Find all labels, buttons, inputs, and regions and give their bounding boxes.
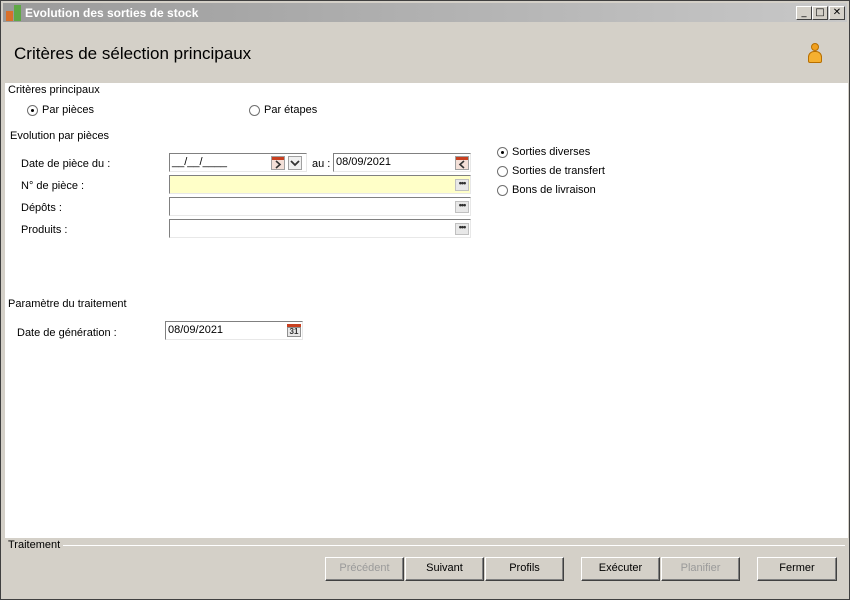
radio-circle [497,165,508,177]
date-from-field[interactable]: __/__/____ [169,153,307,172]
page-title: Critères de sélection principaux [14,44,252,63]
page-header: Critères de sélection principaux [3,23,847,83]
content-panel: Critères principaux Par pièces Par étape… [5,83,848,538]
radio-circle [249,104,260,116]
radio-label: Par étapes [264,104,318,116]
precedent-button[interactable]: Précédent [325,557,404,581]
window-title: Evolution des sorties de stock [25,6,199,20]
date-generation-value: 08/09/2021 [168,324,224,336]
maximize-button[interactable]: □ [812,6,828,20]
chevron-down-icon[interactable] [288,156,302,170]
section-evolution: Evolution par pièces [10,130,110,142]
fermer-button[interactable]: Fermer [757,557,837,581]
radio-par-etapes[interactable]: Par étapes [249,104,317,116]
produits-field[interactable]: ••• [169,219,471,238]
radio-label: Par pièces [42,104,94,116]
radio-sorties-transfert[interactable]: Sorties de transfert [497,165,605,177]
calendar-icon[interactable]: 31 [287,324,301,338]
depots-label: Dépôts : [21,202,62,214]
au-label: au : [312,158,331,170]
section-criteres-principaux: Critères principaux [8,84,100,96]
section-divider [103,90,845,91]
piece-field[interactable]: ••• [169,175,471,194]
app-icon [6,5,22,21]
date-generation-field[interactable]: 08/09/2021 31 [165,321,303,340]
depots-field[interactable]: ••• [169,197,471,216]
radio-par-pieces[interactable]: Par pièces [27,104,94,116]
footer-label: Traitement [8,539,61,551]
planifier-button[interactable]: Planifier [661,557,740,581]
close-button[interactable]: ✕ [829,6,845,20]
radio-label: Sorties de transfert [512,165,605,177]
browse-produits-button[interactable]: ••• [455,223,469,235]
footer-divider [63,545,845,546]
browse-piece-button[interactable]: ••• [455,179,469,191]
browse-depots-button[interactable]: ••• [455,201,469,213]
radio-circle [27,104,38,116]
date-from-value: __/__/____ [172,156,228,168]
radio-circle [497,146,508,158]
radio-label: Sorties diverses [512,146,591,158]
user-icon [807,43,823,65]
produits-label: Produits : [21,224,68,236]
radio-label: Bons de livraison [512,184,596,196]
executer-button[interactable]: Exécuter [581,557,660,581]
date-generation-label: Date de génération : [17,327,117,339]
arrow-right-icon[interactable] [271,156,285,170]
date-piece-label: Date de pièce du : [21,158,111,170]
date-to-value: 08/09/2021 [336,156,392,168]
piece-label: N° de pièce : [21,180,85,192]
date-to-field[interactable]: 08/09/2021 [333,153,471,172]
radio-bons-livraison[interactable]: Bons de livraison [497,184,596,196]
radio-circle [497,184,508,196]
main-window: Evolution des sorties de stock _ □ ✕ Cri… [0,0,850,600]
section-divider [110,136,845,137]
minimize-button[interactable]: _ [796,6,812,20]
suivant-button[interactable]: Suivant [405,557,484,581]
radio-sorties-diverses[interactable]: Sorties diverses [497,146,590,158]
footer-bar: Traitement Précédent Suivant Profils Exé… [3,538,847,598]
title-bar: Evolution des sorties de stock _ □ ✕ [3,3,847,22]
calendar-day: 31 [287,327,301,337]
profils-button[interactable]: Profils [485,557,564,581]
section-divider [126,304,845,305]
section-parametre: Paramètre du traitement [8,298,127,310]
arrow-left-icon[interactable] [455,156,469,170]
